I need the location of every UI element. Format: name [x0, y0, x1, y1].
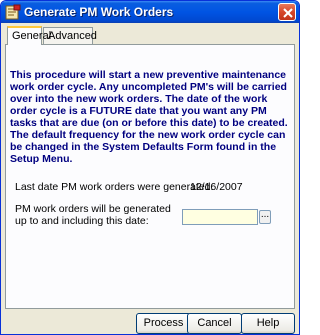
work-order-app-icon [5, 4, 21, 20]
general-tab-panel: This procedure will start a new preventi… [5, 44, 295, 309]
last-generated-label: Last date PM work orders were generated: [15, 181, 214, 193]
close-icon [283, 8, 293, 18]
last-generated-value: 12/16/2007 [190, 181, 243, 193]
window-title: Generate PM Work Orders [24, 5, 174, 19]
help-button-label: Help [256, 317, 280, 329]
cancel-button[interactable]: Cancel [187, 313, 242, 334]
tab-advanced-label: Advanced [48, 30, 97, 42]
generate-up-to-label: PM work orders will be generated up to a… [15, 203, 171, 227]
intro-text: This procedure will start a new preventi… [10, 69, 288, 165]
tab-general[interactable]: General [7, 26, 51, 45]
process-button[interactable]: Process [136, 313, 191, 334]
process-button-label: Process [143, 317, 184, 329]
generate-pm-work-orders-dialog: Generate PM Work Orders General Advanced… [0, 0, 300, 335]
close-button[interactable] [278, 3, 296, 21]
cancel-button-label: Cancel [197, 317, 232, 329]
date-picker-button[interactable]: ... [259, 210, 271, 224]
generate-up-to-date-input[interactable] [182, 209, 258, 225]
help-button[interactable]: Help [241, 313, 295, 334]
title-bar[interactable]: Generate PM Work Orders [1, 1, 299, 23]
button-bar: Process Cancel Help [1, 311, 299, 334]
tab-general-label: General [12, 30, 52, 42]
